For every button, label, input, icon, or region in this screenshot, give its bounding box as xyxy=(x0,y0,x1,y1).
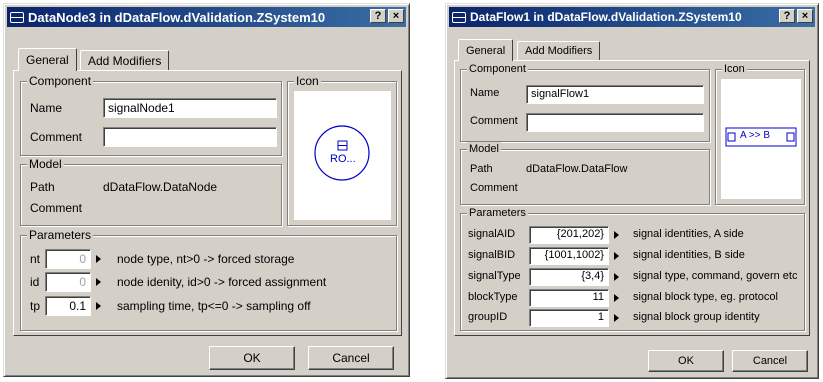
comment-label: Comment xyxy=(30,130,83,144)
window-icon xyxy=(10,11,24,23)
path-value: dDataFlow.DataNode xyxy=(103,180,218,194)
param-value-signalaid[interactable]: {201,202} xyxy=(529,226,609,244)
path-label: Path xyxy=(30,180,55,194)
close-button[interactable]: × xyxy=(388,9,404,23)
param-menu-signalaid-icon[interactable] xyxy=(614,231,619,239)
parameters-group: Parameters nt 0 node type, nt>0 -> force… xyxy=(20,228,397,331)
flow-icon-label: A >> B xyxy=(740,130,771,141)
name-field[interactable]: signalFlow1 xyxy=(526,85,704,104)
tab-general[interactable]: General xyxy=(458,39,514,61)
param-name-nt: nt xyxy=(30,252,41,266)
window-icon xyxy=(452,11,466,23)
icon-legend: Icon xyxy=(722,62,747,76)
param-desc-signaltype: signal type, command, govern etc xyxy=(633,270,798,282)
param-name-groupid: groupID xyxy=(468,311,508,323)
component-group: Component Name signalFlow1 Comment xyxy=(460,62,710,142)
param-value-signaltype[interactable]: {3,4} xyxy=(529,268,609,286)
comment-field[interactable] xyxy=(526,113,704,132)
icon-group: Icon A >> B xyxy=(715,62,805,205)
component-group: Component Name signalNode1 Comment xyxy=(20,74,282,156)
param-name-blocktype: blockType xyxy=(468,291,518,303)
title-bar[interactable]: DataNode3 in dDataFlow.dValidation.ZSyst… xyxy=(7,7,406,27)
param-desc-groupid: signal block group identity xyxy=(633,311,760,323)
param-value-id[interactable]: 0 xyxy=(45,272,91,292)
param-menu-id-icon[interactable] xyxy=(96,278,101,286)
parameters-legend: Parameters xyxy=(27,228,94,242)
param-name-tp: tp xyxy=(30,299,41,313)
tab-add-modifiers[interactable]: Add Modifiers xyxy=(80,50,170,70)
icon-preview[interactable]: A >> B xyxy=(721,79,801,199)
icon-group: Icon RO... xyxy=(287,74,397,226)
tab-add-modifiers[interactable]: Add Modifiers xyxy=(517,41,601,60)
cancel-button[interactable]: Cancel xyxy=(308,346,394,370)
component-legend: Component xyxy=(467,62,528,76)
param-desc-nt: node type, nt>0 -> forced storage xyxy=(117,252,295,266)
tab-general[interactable]: General xyxy=(18,48,77,71)
general-tab-panel: Component Name signalFlow1 Comment Icon … xyxy=(454,60,810,336)
model-group: Model Path dDataFlow.DataNode Comment xyxy=(20,157,282,226)
param-value-nt[interactable]: 0 xyxy=(45,249,91,269)
model-group: Model Path dDataFlow.DataFlow Comment xyxy=(460,142,710,205)
param-value-groupid[interactable]: 1 xyxy=(529,309,609,327)
param-menu-tp-icon[interactable] xyxy=(96,302,101,310)
window-title: DataFlow1 in dDataFlow.dValidation.ZSyst… xyxy=(470,10,742,24)
param-desc-blocktype: signal block type, eg. protocol xyxy=(633,291,778,303)
param-desc-id: node idenity, id>0 -> forced assignment xyxy=(117,275,327,289)
ok-button[interactable]: OK xyxy=(648,350,724,372)
param-value-blocktype[interactable]: 11 xyxy=(529,289,609,307)
param-desc-signalaid: signal identities, A side xyxy=(633,228,744,240)
name-label: Name xyxy=(30,101,63,115)
datanode-dialog: DataNode3 in dDataFlow.dValidation.ZSyst… xyxy=(3,3,410,377)
help-button[interactable]: ? xyxy=(779,9,795,23)
param-value-tp[interactable]: 0.1 xyxy=(45,296,91,316)
component-legend: Component xyxy=(27,74,94,88)
param-menu-groupid-icon[interactable] xyxy=(614,314,619,322)
path-value: dDataFlow.DataFlow xyxy=(526,163,628,175)
param-menu-signaltype-icon[interactable] xyxy=(614,273,619,281)
ok-button[interactable]: OK xyxy=(209,346,295,370)
param-desc-signalbid: signal identities, B side xyxy=(633,249,745,261)
model-legend: Model xyxy=(467,142,501,156)
icon-legend: Icon xyxy=(294,74,321,88)
cancel-button[interactable]: Cancel xyxy=(732,350,808,372)
param-name-signalaid: signalAID xyxy=(468,228,516,240)
param-desc-tp: sampling time, tp<=0 -> sampling off xyxy=(117,299,311,313)
model-legend: Model xyxy=(27,157,64,171)
parameters-group: Parameters signalAID {201,202} signal id… xyxy=(460,206,805,331)
help-button[interactable]: ? xyxy=(370,9,386,23)
title-bar[interactable]: DataFlow1 in dDataFlow.dValidation.ZSyst… xyxy=(449,7,815,27)
name-label: Name xyxy=(470,87,500,99)
comment-label: Comment xyxy=(470,115,518,127)
param-value-signalbid[interactable]: {1001,1002} xyxy=(529,247,609,265)
model-comment-label: Comment xyxy=(30,201,83,215)
param-menu-nt-icon[interactable] xyxy=(96,255,101,263)
parameters-legend: Parameters xyxy=(467,206,528,220)
model-comment-label: Comment xyxy=(470,182,518,194)
node-icon-label: RO... xyxy=(330,153,356,165)
dataflow-dialog: DataFlow1 in dDataFlow.dValidation.ZSyst… xyxy=(445,3,819,379)
param-menu-signalbid-icon[interactable] xyxy=(614,252,619,260)
icon-preview[interactable]: RO... xyxy=(294,91,391,220)
general-tab-panel: Component Name signalNode1 Comment Icon … xyxy=(13,70,402,336)
comment-field[interactable] xyxy=(103,127,277,147)
path-label: Path xyxy=(470,163,493,175)
param-name-id: id xyxy=(30,275,40,289)
window-title: DataNode3 in dDataFlow.dValidation.ZSyst… xyxy=(28,9,326,25)
name-field[interactable]: signalNode1 xyxy=(103,98,277,118)
param-menu-blocktype-icon[interactable] xyxy=(614,294,619,302)
close-button[interactable]: × xyxy=(797,9,813,23)
param-name-signaltype: signalType xyxy=(468,270,521,282)
param-name-signalbid: signalBID xyxy=(468,249,516,261)
